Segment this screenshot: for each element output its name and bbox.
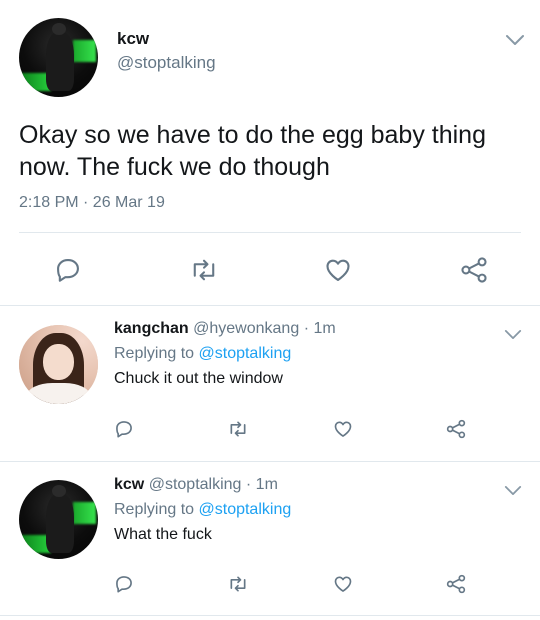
like-icon[interactable] [324,256,352,284]
avatar[interactable] [19,325,98,404]
like-icon[interactable] [333,419,353,439]
retweet-icon[interactable] [227,574,249,594]
reply-text: What the fuck [114,526,212,543]
reply-icon[interactable] [114,574,134,594]
user-handle[interactable]: @hyewonkang [193,320,299,337]
reply-icon[interactable] [54,256,82,284]
tweet-timestamp: 2:18 PM · 26 Mar 19 [19,194,165,211]
avatar[interactable] [19,18,98,97]
display-name[interactable]: kangchan [114,320,189,337]
reply-header: kangchan @hyewonkang · 1m [114,320,336,338]
share-icon[interactable] [459,256,489,284]
chevron-down-icon[interactable] [505,34,525,46]
replying-to: Replying to @stoptalking [114,501,291,519]
replying-to-label: Replying to [114,501,195,518]
replying-to-label: Replying to [114,345,195,362]
display-name[interactable]: kcw [114,476,144,493]
divider [0,615,540,616]
reply-icon[interactable] [114,419,134,439]
tweet-text-line-1: Okay so we have to do the egg baby thing [19,121,486,149]
share-icon[interactable] [445,574,467,594]
user-handle[interactable]: @stoptalking [117,53,216,73]
divider [0,461,540,462]
divider [0,305,540,306]
chevron-down-icon[interactable] [504,329,522,340]
reply-time: · 1m [245,476,278,493]
retweet-icon[interactable] [189,256,219,284]
share-icon[interactable] [445,419,467,439]
reply-time: · 1m [303,320,336,337]
retweet-icon[interactable] [227,419,249,439]
reply-header: kcw @stoptalking · 1m [114,476,278,494]
like-icon[interactable] [333,574,353,594]
user-handle[interactable]: @stoptalking [149,476,242,493]
tweet-text-line-2: now. The fuck we do though [19,153,330,181]
replying-to-link[interactable]: @stoptalking [199,501,292,518]
divider [19,232,521,233]
reply-text: Chuck it out the window [114,370,283,387]
replying-to-link[interactable]: @stoptalking [199,345,292,362]
chevron-down-icon[interactable] [504,485,522,496]
replying-to: Replying to @stoptalking [114,345,291,363]
avatar[interactable] [19,480,98,559]
display-name[interactable]: kcw [117,29,149,49]
